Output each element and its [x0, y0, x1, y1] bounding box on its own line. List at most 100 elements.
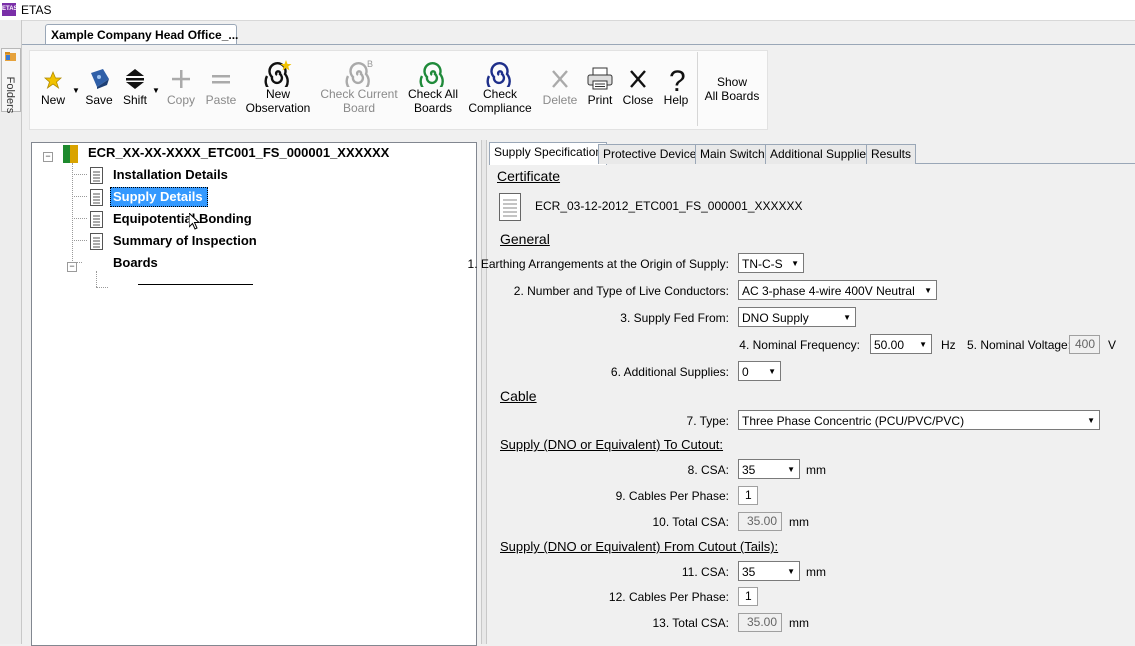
tree-line	[96, 271, 97, 287]
show-all-boards-button[interactable]: Show All Boards	[704, 75, 760, 103]
additional-supplies-label: 6. Additional Supplies:	[610, 365, 729, 379]
to-cutout-total-field[interactable]: 35.00	[738, 512, 782, 531]
tree-line	[96, 287, 108, 288]
tab-protective-device[interactable]: Protective Device	[598, 144, 702, 164]
chevron-down-icon: ▼	[919, 340, 927, 349]
tree-item-summary-of-inspection[interactable]: Summary of Inspection	[113, 233, 257, 248]
to-cutout-csa-unit: mm	[806, 463, 826, 477]
shift-dropdown-arrow[interactable]: ▼	[152, 86, 160, 95]
delete-label: Delete	[542, 93, 578, 107]
shift-label: Shift	[122, 93, 147, 107]
tree-root[interactable]: ECR_XX-XX-XXXX_ETC001_FS_000001_XXXXXX	[88, 145, 389, 160]
conductors-value: AC 3-phase 4-wire 400V Neutral	[742, 284, 915, 298]
tab-supply-specification[interactable]: Supply Specification	[489, 142, 608, 165]
supply-fed-select[interactable]: DNO Supply ▼	[738, 307, 856, 327]
tree-item-supply-details[interactable]: Supply Details	[113, 189, 203, 204]
check-all-boards-button[interactable]: Check All Boards	[405, 59, 461, 115]
cable-type-value: Three Phase Concentric (PCU/PVC/PVC)	[742, 414, 965, 428]
tree-line	[72, 196, 87, 197]
cable-heading: Cable	[500, 388, 537, 404]
app-icon: ETAS	[2, 3, 18, 16]
earthing-select[interactable]: TN-C-S ▼	[738, 253, 804, 273]
new-observation-button[interactable]: New Observation	[244, 59, 312, 115]
close-icon	[630, 70, 646, 88]
tree-line	[72, 174, 87, 175]
from-cutout-total-field[interactable]: 35.00	[738, 613, 782, 632]
tab-results[interactable]: Results	[866, 144, 917, 164]
from-cutout-heading: Supply (DNO or Equivalent) From Cutout (…	[500, 539, 779, 554]
earthing-value: TN-C-S	[742, 257, 783, 271]
paste-label: Paste	[205, 93, 237, 107]
tree-item-installation-details[interactable]: Installation Details	[113, 167, 228, 182]
check-compliance-button[interactable]: Check Compliance	[467, 59, 533, 115]
certificate-document-icon	[499, 193, 521, 221]
printer-icon	[587, 67, 613, 90]
document-icon	[90, 189, 103, 206]
tree-item-equipotential-bonding[interactable]: Equipotential Bonding	[113, 211, 252, 226]
folders-label: Folders	[4, 76, 16, 114]
frequency-value: 50.00	[874, 338, 905, 352]
equals-icon	[212, 75, 230, 84]
certificate-heading: Certificate	[497, 168, 561, 184]
frequency-select[interactable]: 50.00 ▼	[870, 334, 932, 354]
boards-collapse-toggle[interactable]: −	[67, 262, 77, 272]
voltage-unit: V	[1108, 338, 1117, 352]
cable-type-select[interactable]: Three Phase Concentric (PCU/PVC/PVC) ▼	[738, 410, 1100, 430]
title-bar: ETAS ETAS	[0, 0, 1135, 21]
tree-line	[72, 163, 73, 265]
check-all-label-2: Boards	[413, 101, 453, 115]
from-cutout-csa-select[interactable]: 35 ▼	[738, 561, 800, 581]
general-heading: General	[500, 231, 550, 247]
new-observation-label-2: Observation	[245, 101, 311, 115]
from-cutout-csa-value: 35	[742, 565, 756, 579]
conductors-select[interactable]: AC 3-phase 4-wire 400V Neutral ▼	[738, 280, 937, 300]
help-button[interactable]: ? Help	[659, 65, 693, 107]
new-label: New	[40, 93, 65, 107]
to-cutout-csa-label: 8. CSA:	[687, 463, 729, 477]
delete-button[interactable]: Delete	[540, 65, 580, 107]
new-dropdown-arrow[interactable]: ▼	[72, 86, 80, 95]
save-label: Save	[85, 93, 113, 107]
tab-main-switch[interactable]: Main Switch	[695, 144, 770, 164]
board-item-placeholder[interactable]	[138, 284, 253, 285]
delete-x-icon	[552, 70, 568, 88]
additional-supplies-value: 0	[742, 365, 749, 379]
tree-line	[72, 218, 87, 219]
check-compliance-spiral-icon	[486, 62, 511, 87]
to-cutout-cables-field[interactable]: 1	[738, 486, 758, 505]
certificate-tree: − ECR_XX-XX-XXXX_ETC001_FS_000001_XXXXXX…	[31, 142, 477, 646]
shift-button[interactable]: Shift	[120, 65, 150, 107]
save-button[interactable]: Save	[85, 65, 113, 107]
additional-supplies-select[interactable]: 0 ▼	[738, 361, 781, 381]
close-button[interactable]: Close	[621, 65, 655, 107]
to-cutout-total-label: 10. Total CSA:	[652, 515, 730, 529]
folders-button[interactable]: Folders	[1, 48, 21, 113]
paste-button[interactable]: Paste	[204, 65, 238, 107]
tab-additional-supplies[interactable]: Additional Supplies	[765, 144, 878, 164]
chevron-down-icon: ▼	[791, 259, 799, 268]
new-button[interactable]: New	[38, 65, 68, 107]
document-tab[interactable]: Xample Company Head Office_...	[45, 24, 239, 45]
voltage-field[interactable]: 400	[1069, 335, 1100, 354]
copy-button[interactable]: Copy	[165, 65, 197, 107]
chevron-down-icon: ▼	[924, 286, 932, 295]
document-tab-label: Xample Company Head Office_...	[51, 28, 239, 42]
to-cutout-csa-select[interactable]: 35 ▼	[738, 459, 800, 479]
toolbar-separator	[697, 52, 698, 126]
mouse-cursor-icon	[189, 213, 201, 230]
root-collapse-toggle[interactable]: −	[43, 152, 53, 162]
voltage-label: 5. Nominal Voltage:	[967, 338, 1072, 352]
check-current-label-1: Check Current	[320, 87, 398, 101]
document-icon	[90, 211, 103, 228]
print-button[interactable]: Print	[583, 65, 617, 107]
from-cutout-cables-field[interactable]: 1	[738, 587, 758, 606]
cable-type-label: 7. Type:	[686, 414, 729, 428]
check-compliance-label-2: Compliance	[468, 101, 532, 115]
conductors-label: 2. Number and Type of Live Conductors:	[513, 284, 729, 298]
from-cutout-cables-label: 12. Cables Per Phase:	[608, 590, 729, 604]
tree-item-boards[interactable]: Boards	[113, 255, 158, 270]
supply-fed-value: DNO Supply	[742, 311, 809, 325]
plus-icon	[172, 70, 190, 88]
check-current-board-button[interactable]: B Check Current Board	[319, 59, 399, 115]
chevron-down-icon: ▼	[787, 465, 795, 474]
